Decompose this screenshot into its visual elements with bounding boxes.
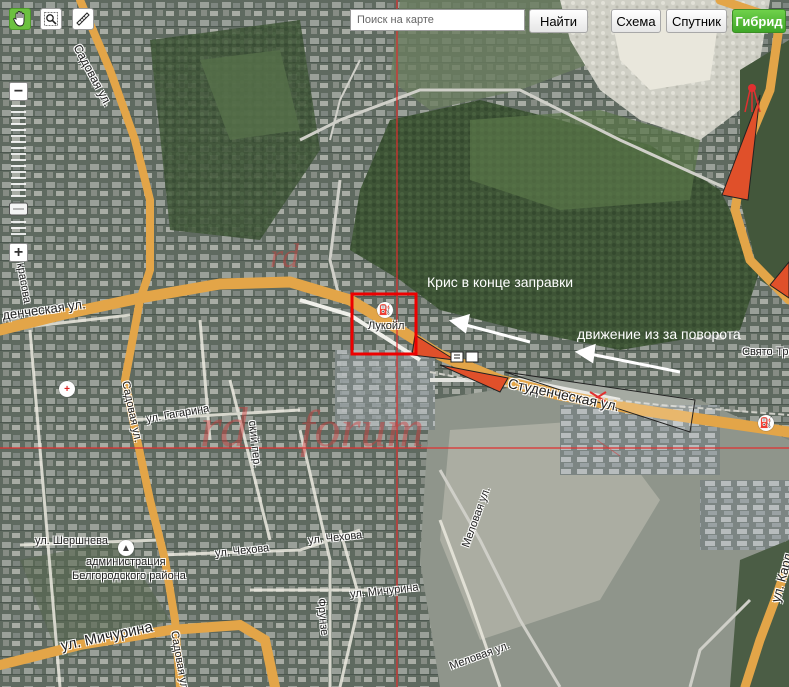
zoom-out-button[interactable]: −: [9, 82, 28, 101]
watermark-rd-top: rd: [270, 238, 299, 275]
admin-building-icon[interactable]: ▲: [118, 540, 134, 556]
magnifier-tool-button[interactable]: [40, 8, 62, 30]
poi-label-admin-2: Белгородского района: [72, 570, 186, 582]
fuel-station-icon[interactable]: ⛽: [377, 302, 393, 318]
ruler-icon: [76, 12, 90, 26]
fuel-station-label: Лукойл: [368, 320, 405, 332]
hand-icon: [13, 11, 25, 27]
place-label-svyato: Свято-Тр: [742, 346, 789, 358]
zoom-in-button[interactable]: +: [9, 243, 28, 262]
layer-hybrid-button[interactable]: Гибрид: [732, 9, 786, 33]
magnifier-icon: [44, 12, 58, 26]
annotation-kris: Крис в конце заправки: [427, 274, 574, 290]
annotation-movement: движение из за поворота: [577, 326, 741, 342]
hand-tool-button[interactable]: [9, 8, 31, 30]
watermark-forum: forum: [300, 401, 425, 458]
hospital-icon[interactable]: +: [59, 381, 75, 397]
ruler-tool-button[interactable]: [72, 8, 94, 30]
layer-scheme-button[interactable]: Схема: [611, 9, 661, 33]
zoom-slider[interactable]: [9, 103, 28, 239]
poi-label-admin-1: администрация: [86, 556, 166, 568]
search-input[interactable]: [350, 9, 525, 31]
satellite-map[interactable]: rd rd forum Садовая ул. денческая ул. Ст…: [0, 0, 789, 687]
search-button[interactable]: Найти: [529, 9, 588, 33]
street-label-shershneva: ул. Шершнева: [35, 535, 108, 547]
fuel-station-icon-right[interactable]: ⛽: [758, 415, 774, 431]
layer-satellite-button[interactable]: Спутник: [666, 9, 727, 33]
